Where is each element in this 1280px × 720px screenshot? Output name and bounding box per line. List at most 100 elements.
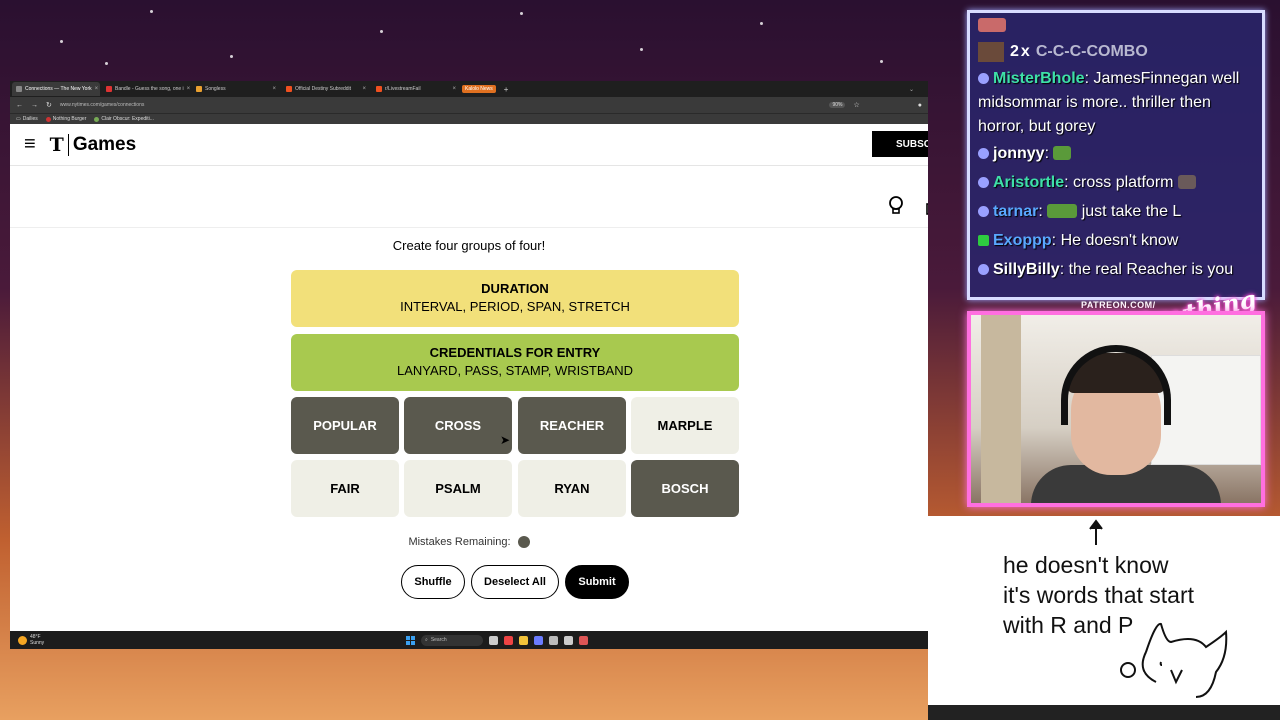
reload-icon[interactable]: ↻	[46, 101, 52, 109]
combo-x: x	[1020, 43, 1030, 60]
sub-badge-icon	[978, 264, 989, 275]
sub-badge-icon	[978, 148, 989, 159]
bookmarks-bar: ▭ Dailies Nothing Burger Clair Obscur: Ex…	[10, 113, 928, 124]
pepe-emote-icon	[1053, 146, 1072, 160]
tab-songless[interactable]: Songless ×	[192, 82, 280, 96]
steam-icon[interactable]	[564, 635, 573, 645]
combo-text: C-C-C-COMBO	[1035, 43, 1148, 60]
tab-group-chip[interactable]: Kalolo News	[462, 85, 496, 93]
chat-username[interactable]: jonnyy	[993, 145, 1045, 162]
chat-message: Exoppp: He doesn't know	[978, 226, 1254, 255]
drawing-note: he doesn't know it's words that start wi…	[928, 516, 1280, 705]
chat-text: He doesn't know	[1060, 232, 1179, 249]
app-icon[interactable]	[579, 635, 588, 645]
emote-icon	[1047, 204, 1078, 218]
tab-connections[interactable]: Connections — The New York ×	[12, 82, 100, 96]
mouse-cursor-icon: ➤	[500, 433, 511, 447]
word-tile-ryan[interactable]: RYAN	[518, 460, 626, 517]
mistakes-label: Mistakes Remaining:	[408, 536, 511, 548]
nyt-header: ≡ T Games SUBSCRIBE	[10, 124, 928, 166]
close-tab-icon[interactable]: ×	[187, 86, 190, 92]
extension-icon[interactable]: ●	[918, 102, 922, 109]
stats-icon[interactable]	[925, 194, 928, 216]
mistakes-remaining: Mistakes Remaining:	[10, 536, 928, 548]
bookmark-clair-obscur[interactable]: Clair Obscur: Expediti...	[94, 116, 154, 122]
bookmark-nothing-burger[interactable]: Nothing Burger	[45, 116, 86, 122]
url-field[interactable]: www.nytimes.com/games/connections	[60, 102, 144, 108]
chat-message: MisterBhole: JamesFinnegan well midsomma…	[978, 70, 1240, 135]
taskbar-search[interactable]: ⌕ Search	[421, 634, 483, 646]
bookmark-folder-dailies[interactable]: ▭ Dailies	[16, 116, 38, 122]
nyt-logo[interactable]: T	[50, 134, 64, 156]
favicon-icon	[45, 116, 51, 122]
chat-username[interactable]: SillyBilly	[993, 261, 1060, 278]
chat-text: cross platform	[1073, 174, 1174, 191]
file-explorer-icon[interactable]	[519, 635, 528, 645]
word-tile-reacher[interactable]: REACHER	[518, 397, 626, 454]
combo-banner: 2 x C-C-C-COMBO	[978, 37, 1254, 67]
weather-widget[interactable]: 48°F Sunny	[18, 634, 44, 646]
sub-badge-icon	[978, 206, 989, 217]
favicon-icon	[196, 86, 202, 92]
chat-username[interactable]: MisterBhole	[993, 70, 1085, 87]
chat-message: Aristortle: cross platform	[978, 168, 1254, 197]
subscribe-button[interactable]: SUBSCRIBE	[872, 131, 928, 157]
close-tab-icon[interactable]: ×	[95, 86, 99, 92]
combo-count: 2	[1010, 43, 1019, 60]
back-icon[interactable]: ←	[16, 102, 23, 109]
chrome-icon[interactable]	[504, 635, 513, 645]
close-tab-icon[interactable]: ×	[272, 86, 276, 92]
cat-doodle-icon	[1120, 622, 1228, 698]
chat-message: jonnyy:	[978, 139, 1254, 168]
tab-destiny-subreddit[interactable]: Official Destiny Subreddit ×	[282, 82, 370, 96]
solved-group-duration: DURATION INTERVAL, PERIOD, SPAN, STRETCH	[291, 270, 739, 327]
tab-livestreamfail[interactable]: r/LivestreamFail ×	[372, 82, 460, 96]
discord-icon[interactable]	[534, 635, 543, 645]
sub-badge-icon	[978, 177, 989, 188]
windows-start-icon[interactable]	[406, 635, 415, 645]
close-tab-icon[interactable]: ×	[362, 86, 366, 92]
emote-icon	[978, 18, 1006, 32]
favicon-icon	[94, 116, 100, 122]
chat-username[interactable]: Exoppp	[993, 232, 1052, 249]
word-tile-fair[interactable]: FAIR	[291, 460, 399, 517]
games-logo[interactable]: Games	[67, 133, 136, 156]
webcam-feed	[967, 311, 1265, 507]
obs-icon[interactable]	[549, 635, 558, 645]
stream-chat: 2 x C-C-C-COMBO MisterBhole: JamesFinneg…	[967, 10, 1265, 300]
word-tile-bosch[interactable]: BOSCH	[631, 460, 739, 517]
deselect-all-button[interactable]: Deselect All	[471, 565, 559, 599]
chat-username[interactable]: tarnar	[993, 203, 1038, 220]
taskbar-apps: ⌕ Search	[406, 634, 588, 646]
menu-icon[interactable]: ≡	[24, 133, 36, 156]
word-tile-marple[interactable]: MARPLE	[631, 397, 739, 454]
close-tab-icon[interactable]: ×	[452, 86, 456, 92]
tab-search-icon[interactable]: ⌄	[909, 86, 914, 93]
bookmark-star-icon[interactable]: ☆	[853, 101, 859, 109]
chat-message: tarnar: just take the L	[978, 197, 1254, 226]
chat-username[interactable]: Aristortle	[993, 174, 1064, 191]
solved-group-credentials: CREDENTIALS FOR ENTRY LANYARD, PASS, STA…	[291, 334, 739, 391]
forward-icon[interactable]: →	[31, 102, 38, 109]
webcam-background	[981, 315, 1021, 503]
combo-emote-icon	[978, 42, 1004, 62]
word-tile-psalm[interactable]: PSALM	[404, 460, 512, 517]
hint-lightbulb-icon[interactable]	[885, 194, 907, 216]
zoom-indicator[interactable]: 90%	[829, 102, 846, 108]
word-tile-popular[interactable]: POPULAR	[291, 397, 399, 454]
submit-button[interactable]: Submit	[565, 565, 629, 599]
shuffle-button[interactable]: Shuffle	[401, 565, 465, 599]
mistake-dot	[517, 536, 530, 548]
favicon-icon	[286, 86, 292, 92]
tab-label: r/LivestreamFail	[385, 86, 421, 92]
tab-bandle[interactable]: Bandle - Guess the song, one i ×	[102, 82, 190, 96]
chat-emote-line	[978, 15, 1254, 37]
tab-label: Bandle - Guess the song, one i	[115, 86, 184, 92]
game-toolbar	[10, 188, 928, 228]
tab-label: Official Destiny Subreddit	[295, 86, 352, 92]
group-words: INTERVAL, PERIOD, SPAN, STRETCH	[400, 299, 630, 314]
word-tile-cross[interactable]: CROSS	[404, 397, 512, 454]
task-view-icon[interactable]	[489, 635, 498, 645]
group-words: LANYARD, PASS, STAMP, WRISTBAND	[397, 363, 633, 378]
new-tab-icon[interactable]: +	[498, 85, 515, 94]
